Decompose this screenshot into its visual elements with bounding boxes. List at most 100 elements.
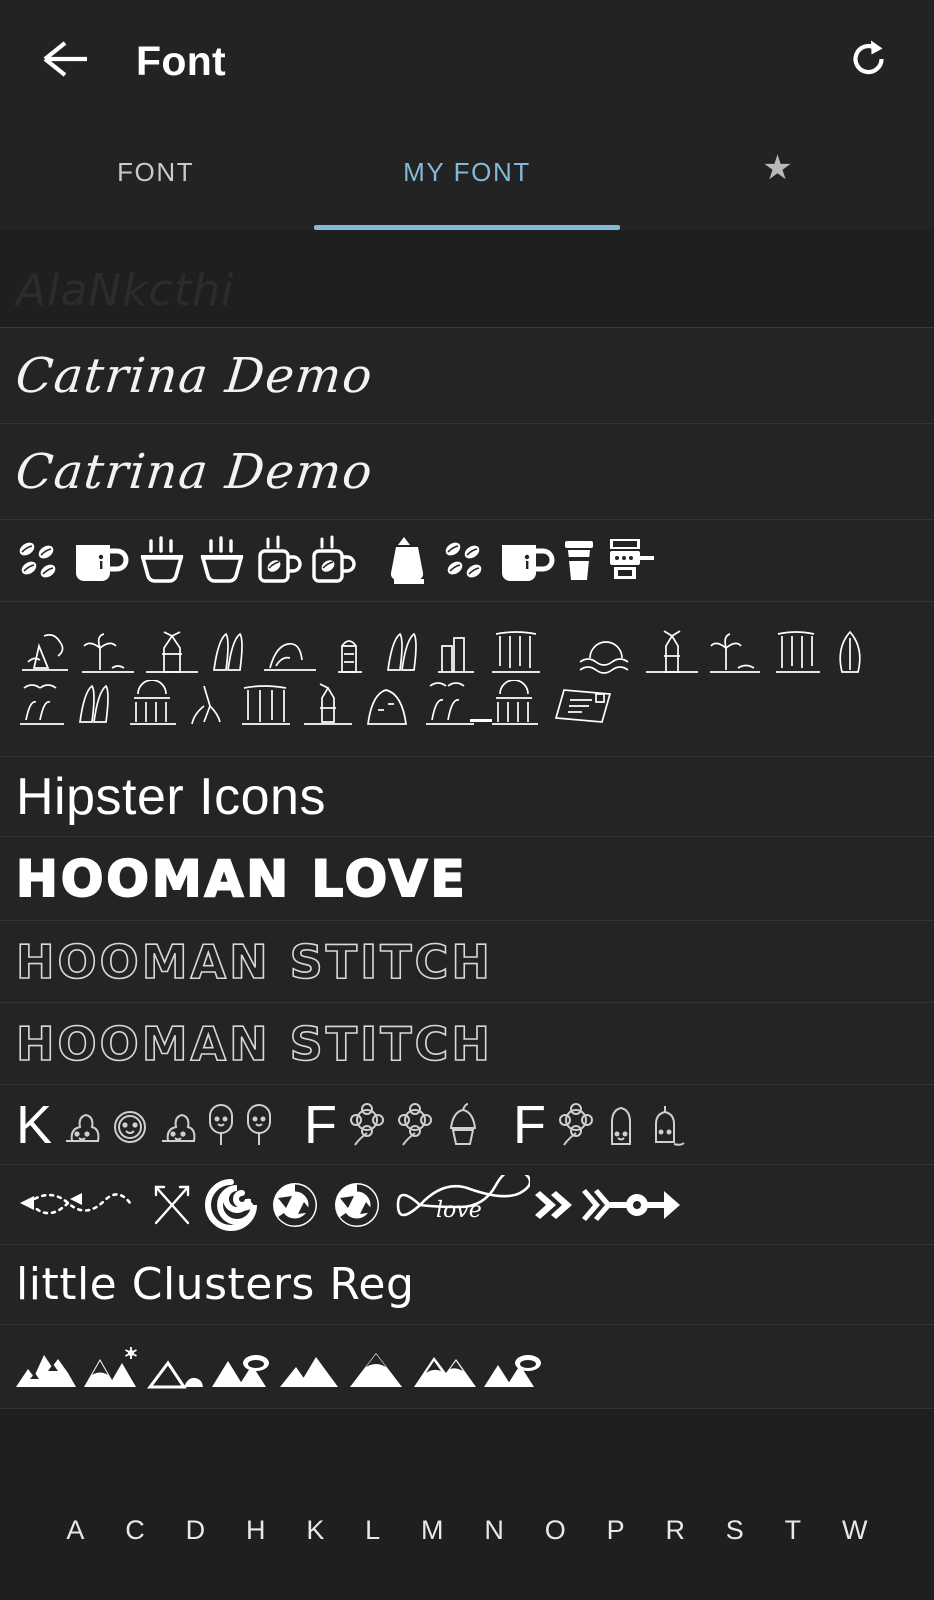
font-list-item[interactable]: HOOMAN STITCH [0, 921, 934, 1003]
rocky-mountain-icon [16, 1354, 76, 1387]
tab-bar: FONT MY FONT ★ [0, 122, 934, 230]
font-list-item[interactable]: HOOMAN LOVE [0, 837, 934, 921]
refresh-button[interactable] [838, 30, 900, 92]
sample-letter-f2: F [513, 1097, 547, 1152]
sunset-beach-icon [492, 680, 538, 725]
index-letter[interactable]: L [365, 1516, 380, 1544]
crane-bird-icon [191, 685, 221, 725]
font-list-item[interactable] [0, 1325, 934, 1409]
lighthouse-shore-icon [304, 683, 352, 725]
mountain-cloud-icon [484, 1354, 541, 1387]
alphabet-index-bar[interactable]: A C D H K L M N O P R S T W [0, 1478, 934, 1600]
index-letter[interactable]: M [421, 1516, 444, 1544]
coffee-mug-icon [502, 544, 555, 581]
refresh-circle-icon [335, 1182, 379, 1227]
index-letter[interactable]: A [66, 1516, 84, 1544]
index-letter[interactable]: T [785, 1516, 802, 1544]
city-skyline-icon [438, 637, 474, 673]
tab-favorites[interactable]: ★ [623, 122, 934, 230]
coffee-bean-mug-icon [258, 535, 302, 583]
coffee-beans-icon [445, 542, 482, 577]
font-sample-icons: love [14, 1174, 920, 1236]
flower-cupcake-icon [398, 1102, 433, 1146]
lighthouse-tower-icon [338, 640, 362, 673]
index-letter[interactable]: R [665, 1516, 685, 1544]
index-letter[interactable]: W [842, 1516, 867, 1544]
arrow-left-icon [39, 39, 91, 84]
sailboat-rock-icon [22, 634, 68, 671]
steaming-cup-icon [200, 535, 244, 583]
font-list-item[interactable]: AlaNkcthi [0, 230, 934, 328]
poop-swirl-icon [66, 1113, 100, 1142]
tab-font-label: FONT [117, 156, 195, 187]
font-list-item[interactable]: Catrina Demo [0, 328, 934, 424]
font-list-item[interactable] [0, 602, 934, 757]
sample-letter-k: K [16, 1097, 53, 1152]
mountain-peak-icon [367, 689, 407, 725]
underscore-glyph [470, 719, 492, 722]
font-list-item[interactable] [0, 520, 934, 602]
poop-swirl-icon [162, 1113, 196, 1142]
coffee-beans-icon [19, 542, 56, 577]
index-letter[interactable]: P [607, 1516, 625, 1544]
app-bar: Font [0, 0, 934, 122]
tab-my-font[interactable]: MY FONT [311, 122, 622, 230]
index-letter[interactable]: D [186, 1516, 206, 1544]
tab-my-font-label: MY FONT [403, 156, 531, 187]
font-list-item[interactable]: HOOMAN STITCH [0, 1003, 934, 1085]
mountain-range-icon [414, 1356, 476, 1387]
page-title: Font [136, 37, 226, 84]
snowcap-mountain-icon [350, 1352, 402, 1387]
mountain-cloud-icon [212, 1354, 269, 1387]
coffee-bean-mug-icon [312, 535, 356, 583]
refresh-circle-icon [273, 1182, 317, 1227]
snowy-peaks-icon [84, 1346, 137, 1387]
flower-cupcake-icon [559, 1102, 594, 1146]
font-list[interactable]: AlaNkcthi Catrina Demo Catrina Demo Hips… [0, 230, 934, 1478]
waterfall-icon [492, 631, 540, 673]
font-list-item[interactable]: Hipster Icons [0, 757, 934, 837]
font-sample-text: HOOMAN STITCH [15, 1016, 493, 1071]
svg-text:love: love [436, 1198, 482, 1223]
waterfall-cliff-icon [242, 685, 290, 725]
popsicle-icon [209, 1103, 234, 1145]
coastal-cliff-icon [264, 642, 316, 671]
font-sample-text: Catrina Demo [13, 347, 376, 404]
surfboards-icon [387, 632, 417, 671]
spiral-arrow-icon [205, 1178, 257, 1231]
font-list-item[interactable]: little Clusters Reg [0, 1245, 934, 1325]
coffee-mug-icon [76, 544, 129, 581]
index-letter[interactable]: S [726, 1516, 744, 1544]
font-list-item[interactable]: Catrina Demo [0, 424, 934, 520]
star-icon: ★ [762, 149, 795, 187]
beach-chairs-icon [20, 684, 64, 725]
sunset-beach-icon [130, 680, 176, 725]
font-sample-icons: K F F [14, 1098, 920, 1152]
index-letter[interactable]: H [246, 1516, 266, 1544]
index-letter[interactable]: O [545, 1516, 566, 1544]
salt-shaker-icon [611, 1106, 632, 1145]
index-letter[interactable]: K [306, 1516, 324, 1544]
togo-cup-icon [565, 540, 593, 580]
love-infinity-icon: love [396, 1174, 530, 1223]
font-picker-screen: Font FONT MY FONT ★ AlaNkcthi Catrina De… [0, 0, 934, 1600]
crossed-arrows-icon [154, 1185, 190, 1224]
font-list-item[interactable]: love [0, 1165, 934, 1245]
font-sample-icons [14, 533, 920, 589]
lighthouse-icon [146, 631, 198, 673]
flower-cupcake-icon [350, 1102, 385, 1146]
palm-beach-icon [82, 633, 134, 673]
surfboard-icon [839, 630, 861, 673]
back-button[interactable] [34, 30, 96, 92]
steaming-cup-icon [140, 535, 184, 583]
sample-letter-f1: F [304, 1097, 338, 1152]
font-sample-text: Hipster Icons [16, 767, 326, 826]
cookie-face-icon [114, 1110, 147, 1143]
index-letter[interactable]: C [125, 1516, 145, 1544]
index-letter[interactable]: N [484, 1516, 504, 1544]
font-sample-icons [14, 1341, 920, 1393]
waterfall-icon [776, 631, 820, 673]
tab-font[interactable]: FONT [0, 122, 311, 230]
coffee-pot-icon [390, 536, 424, 584]
font-list-item[interactable]: K F F [0, 1085, 934, 1165]
